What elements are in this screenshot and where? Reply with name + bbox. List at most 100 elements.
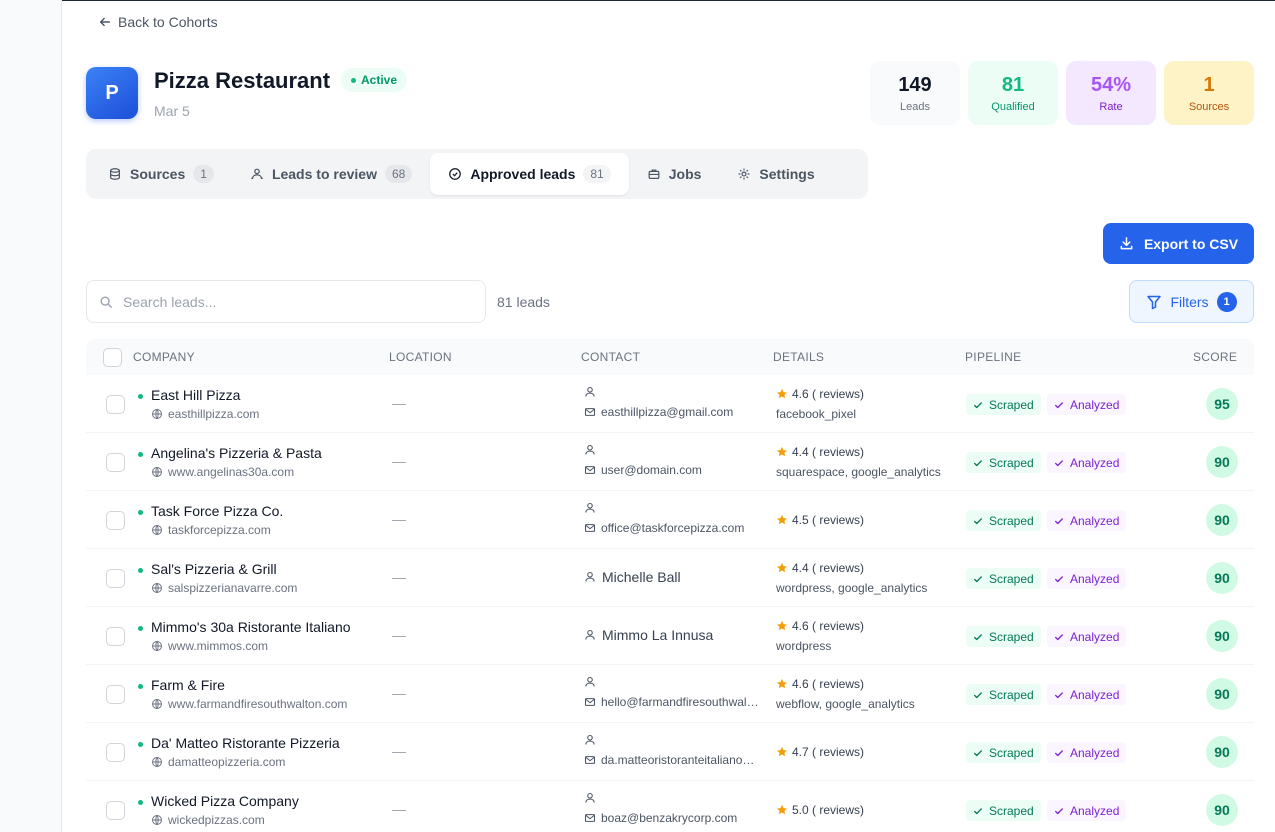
globe-icon	[152, 409, 162, 419]
check-circle-icon	[449, 168, 462, 180]
rating: 4.4 ( reviews)	[776, 445, 864, 459]
analyzed-label: Analyzed	[1070, 571, 1120, 586]
analyzed-badge: Analyzed	[1047, 800, 1127, 821]
row-checkbox[interactable]	[106, 685, 125, 704]
contact-email[interactable]: user@domain.com	[584, 463, 702, 477]
row-checkbox[interactable]	[106, 569, 125, 588]
tab-leads-to-review[interactable]: Leads to review 68	[232, 153, 430, 195]
website-text: taskforcepizza.com	[168, 523, 271, 537]
table-row[interactable]: Task Force Pizza Co. taskforcepizza.com — o…	[86, 491, 1254, 549]
filters-label: Filters	[1170, 293, 1209, 310]
table-row[interactable]: Angelina's Pizzeria & Pasta www.angelinas…	[86, 433, 1254, 491]
table-row[interactable]: Sal's Pizzeria & Grill salspizzerianavarr…	[86, 549, 1254, 607]
analyzed-label: Analyzed	[1070, 629, 1120, 644]
table-body: East Hill Pizza easthillpizza.com — easthil…	[86, 375, 1254, 832]
company-website[interactable]: taskforcepizza.com	[151, 523, 271, 537]
table-row[interactable]: Farm & Fire www.farmandfiresouthwalton.co…	[86, 665, 1254, 723]
stat-rate: 54% Rate	[1066, 61, 1156, 125]
globe-icon	[152, 699, 162, 709]
company-name[interactable]: Mimmo's 30a Ristorante Italiano	[151, 619, 351, 635]
rating: 4.6 ( reviews)	[776, 619, 864, 633]
rating: 4.5 ( reviews)	[776, 513, 864, 527]
table-row[interactable]: East Hill Pizza easthillpizza.com — easthil…	[86, 375, 1254, 433]
header-company[interactable]: COMPANY	[133, 350, 195, 364]
company-name[interactable]: Sal's Pizzeria & Grill	[151, 561, 277, 577]
header-score[interactable]: SCORE	[1193, 350, 1237, 364]
check-icon	[974, 575, 982, 582]
company-website[interactable]: www.mimmos.com	[151, 639, 268, 653]
contact-email[interactable]: boaz@benzakrycorp.com	[584, 811, 737, 825]
search-input[interactable]	[123, 293, 463, 310]
header-details[interactable]: DETAILS	[773, 350, 824, 364]
company-name[interactable]: Angelina's Pizzeria & Pasta	[151, 445, 322, 461]
contact-email[interactable]: da.matteoristoranteitaliano…	[584, 753, 754, 767]
stat-sources: 1 Sources	[1164, 61, 1254, 125]
score-badge: 90	[1206, 446, 1238, 478]
export-csv-button[interactable]: Export to CSV	[1103, 223, 1254, 264]
tech-stack: wordpress, google_analytics	[776, 581, 928, 595]
back-to-cohorts-link[interactable]: Back to Cohorts	[98, 14, 218, 30]
location: —	[392, 685, 406, 701]
table-row[interactable]: Da' Matteo Ristorante Pizzeria damatteopi…	[86, 723, 1254, 781]
company-website[interactable]: damatteopizzeria.com	[151, 755, 285, 769]
user-icon	[585, 502, 595, 513]
company-name[interactable]: Task Force Pizza Co.	[151, 503, 283, 519]
contact-email[interactable]: office@taskforcepizza.com	[584, 521, 744, 535]
download-icon	[1120, 237, 1133, 250]
company-website[interactable]: salspizzerianavarre.com	[151, 581, 297, 595]
tab-sources[interactable]: Sources 1	[90, 153, 232, 195]
row-checkbox[interactable]	[106, 453, 125, 472]
star-icon	[777, 388, 787, 399]
contact-person	[584, 792, 596, 804]
header-pipeline[interactable]: PIPELINE	[965, 350, 1021, 364]
check-icon	[974, 459, 982, 466]
database-icon	[110, 168, 120, 180]
table-row[interactable]: Wicked Pizza Company wickedpizzas.com — boa…	[86, 781, 1254, 832]
company-website[interactable]: wickedpizzas.com	[151, 813, 265, 827]
rating: 4.7 ( reviews)	[776, 745, 864, 759]
company-website[interactable]: www.farmandfiresouthwalton.com	[151, 697, 347, 711]
user-icon	[585, 386, 595, 397]
tab-approved-leads[interactable]: Approved leads 81	[430, 153, 629, 195]
company-name[interactable]: Wicked Pizza Company	[151, 793, 299, 809]
row-checkbox[interactable]	[106, 801, 125, 820]
header-location[interactable]: LOCATION	[389, 350, 452, 364]
website-text: wickedpizzas.com	[168, 813, 265, 827]
company-name[interactable]: East Hill Pizza	[151, 387, 240, 403]
company-website[interactable]: www.angelinas30a.com	[151, 465, 294, 479]
contact-email[interactable]: hello@farmandfiresouthwal…	[584, 695, 759, 709]
company-name[interactable]: Farm & Fire	[151, 677, 225, 693]
scraped-badge: Scraped	[966, 684, 1041, 705]
score-badge: 90	[1206, 620, 1238, 652]
contact-name: Mimmo La Innusa	[584, 627, 713, 643]
contact-email[interactable]: easthillpizza@gmail.com	[584, 405, 733, 419]
tech-stack: facebook_pixel	[776, 407, 857, 421]
tab-jobs[interactable]: Jobs	[629, 153, 720, 195]
scraped-badge: Scraped	[966, 800, 1041, 821]
stat-value: 81	[1001, 74, 1025, 96]
filters-button[interactable]: Filters 1	[1129, 280, 1254, 323]
rating: 4.6 ( reviews)	[776, 387, 864, 401]
lead-count: 81 leads	[497, 294, 550, 310]
scraped-badge: Scraped	[966, 510, 1041, 531]
globe-icon	[152, 641, 162, 651]
row-checkbox[interactable]	[106, 511, 125, 530]
tab-settings[interactable]: Settings	[719, 153, 832, 195]
company-name[interactable]: Da' Matteo Ristorante Pizzeria	[151, 735, 340, 751]
header-contact[interactable]: CONTACT	[581, 350, 640, 364]
star-icon	[777, 804, 787, 815]
status-dot	[138, 800, 143, 805]
main-content: Back to Cohorts P Pizza Restaurant Activ…	[62, 0, 1275, 832]
star-icon	[777, 620, 787, 631]
table-row[interactable]: Mimmo's 30a Ristorante Italiano www.mimmo…	[86, 607, 1254, 665]
row-checkbox[interactable]	[106, 395, 125, 414]
analyzed-label: Analyzed	[1070, 687, 1120, 702]
row-checkbox[interactable]	[106, 627, 125, 646]
contact-name-text: Mimmo La Innusa	[602, 627, 714, 643]
company-website[interactable]: easthillpizza.com	[151, 407, 259, 421]
select-all-checkbox[interactable]	[103, 348, 122, 367]
tab-label: Jobs	[668, 166, 702, 182]
row-checkbox[interactable]	[106, 743, 125, 762]
scraped-label: Scraped	[989, 629, 1034, 644]
rating-text: 4.6 ( reviews)	[792, 387, 865, 401]
